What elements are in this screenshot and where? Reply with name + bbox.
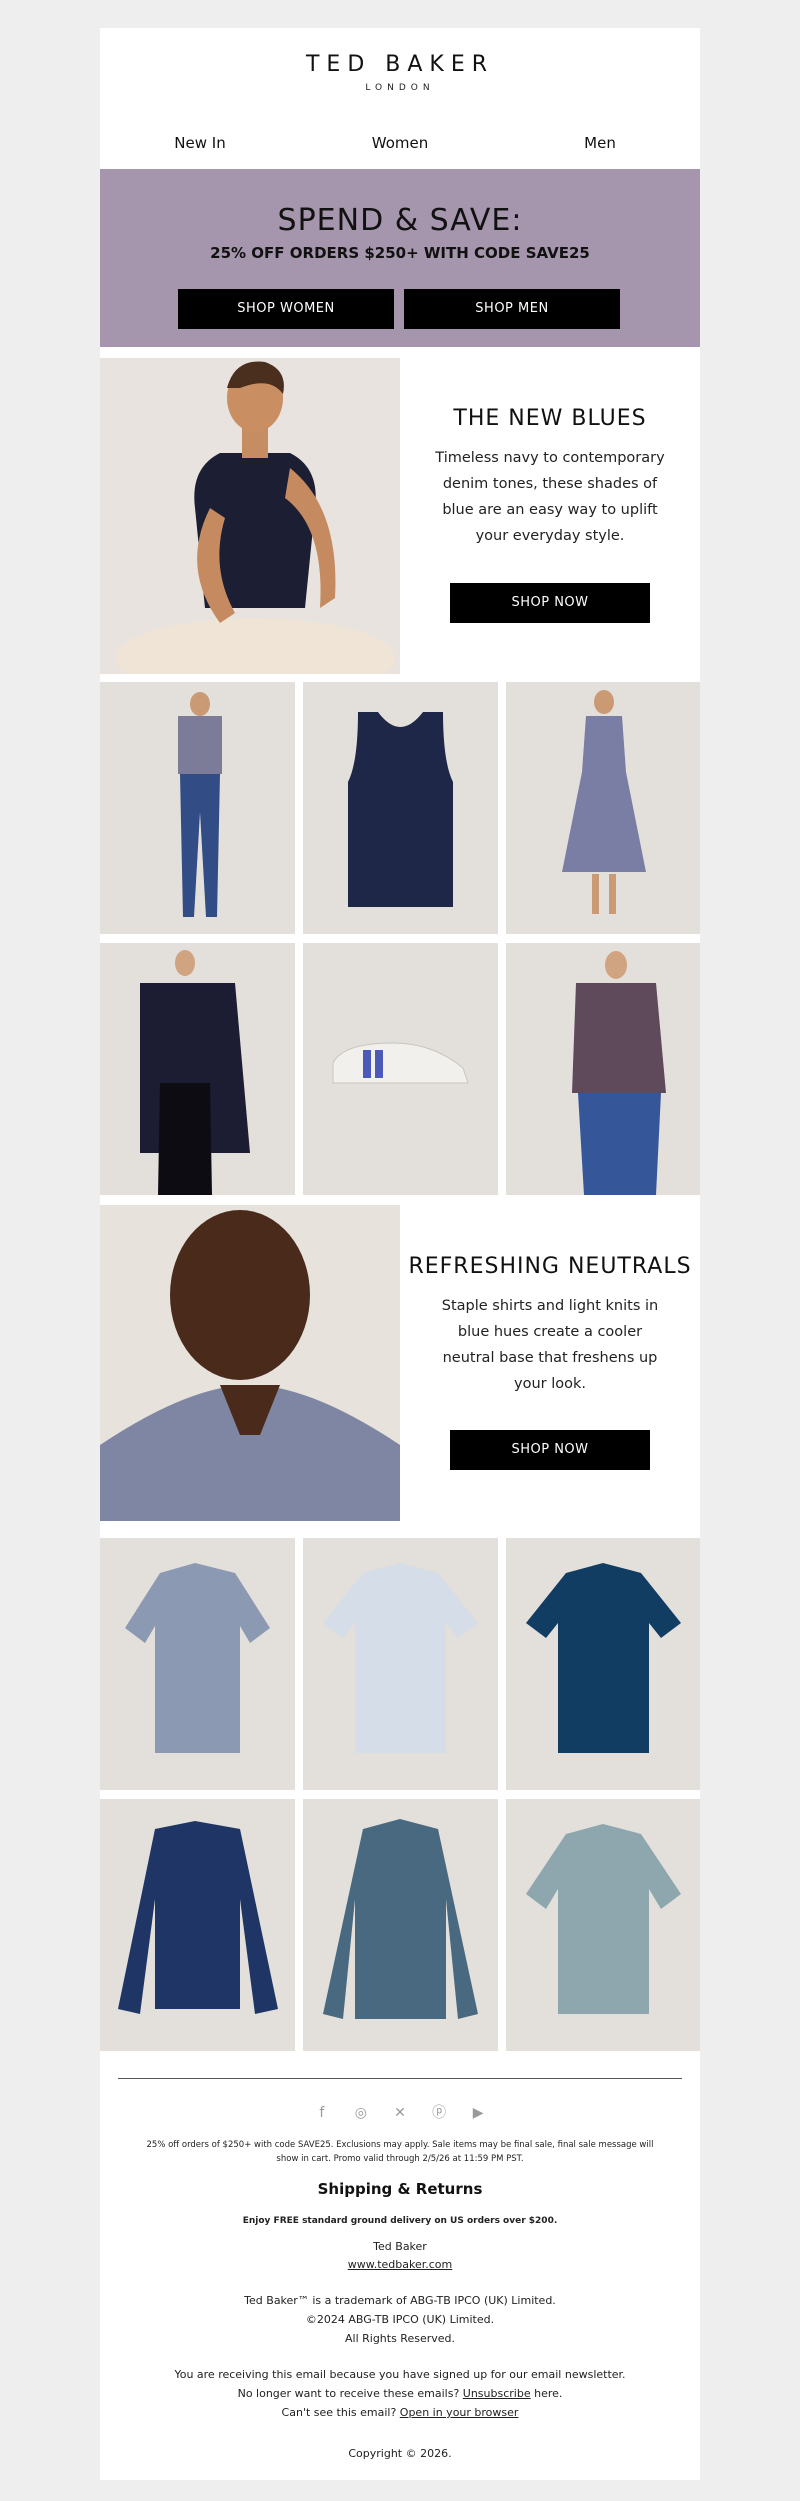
blues-description: Timeless navy to contemporary denim tone…	[435, 450, 665, 544]
product-tile-striped-shirt-jeans[interactable]	[100, 682, 295, 934]
open-in-browser-link[interactable]: Open in your browser	[400, 2406, 519, 2419]
promo-disclaimer: 25% off orders of $250+ with code SAVE25…	[146, 2140, 654, 2164]
neutrals-shop-now-button[interactable]: SHOP NOW	[450, 1430, 650, 1470]
receiving-line: You are receiving this email because you…	[174, 2368, 626, 2381]
blues-shop-now-button[interactable]: SHOP NOW	[450, 583, 650, 623]
top-nav: New In Women Men	[100, 134, 700, 164]
product-tile-blue-polo[interactable]	[100, 1538, 295, 1790]
neutrals-description: Staple shirts and light knits in blue hu…	[441, 1298, 659, 1392]
copyright-line: Copyright © 2026.	[348, 2447, 452, 2460]
product-tile-navy-tank[interactable]	[303, 682, 498, 934]
brand-name: TED BAKER	[305, 52, 495, 77]
neutrals-title: REFRESHING NEUTRALS	[408, 1254, 692, 1279]
shop-women-button[interactable]: SHOP WOMEN	[178, 289, 394, 329]
shop-men-button[interactable]: SHOP MEN	[404, 289, 620, 329]
email-container: TED BAKER LONDON New In Women Men SPEND …	[100, 28, 700, 2480]
promo-subline: 25% OFF ORDERS $250+ WITH CODE SAVE25	[210, 244, 590, 262]
product-tile-striped-dress[interactable]	[506, 682, 700, 934]
promo-headline: SPEND & SAVE:	[277, 203, 523, 238]
website-link-wrap: www.tedbaker.com	[100, 2258, 700, 2271]
nav-men[interactable]: Men	[584, 134, 616, 152]
product-tile-check-shirt[interactable]	[303, 1799, 498, 2051]
footer-divider	[118, 2078, 682, 2079]
unsubscribe-prefix: No longer want to receive these emails?	[237, 2387, 460, 2400]
view-prefix: Can't see this email?	[281, 2406, 397, 2419]
product-image	[118, 1821, 278, 2014]
shipping-text: Enjoy FREE standard ground delivery on U…	[242, 2216, 558, 2226]
nav-women[interactable]: Women	[372, 134, 428, 152]
product-image	[572, 951, 666, 1195]
product-image	[562, 690, 646, 914]
nav-new-in[interactable]: New In	[174, 134, 225, 152]
promo-banner: SPEND & SAVE: 25% OFF ORDERS $250+ WITH …	[100, 169, 700, 347]
product-tile-floral-top[interactable]	[506, 943, 700, 1195]
unsubscribe-suffix: here.	[534, 2387, 563, 2400]
view-in-browser-line: Can't see this email? Open in your brows…	[100, 2406, 700, 2419]
product-image	[526, 1563, 681, 1753]
product-tile-faux-fur-coat[interactable]	[100, 943, 295, 1195]
product-image	[178, 692, 222, 917]
trademark-line: Ted Baker™ is a trademark of ABG-TB IPCO…	[244, 2294, 556, 2307]
facebook-icon[interactable]: f	[312, 2103, 332, 2123]
brand-logo[interactable]: TED BAKER LONDON	[100, 52, 700, 93]
blues-copy: THE NEW BLUES Timeless navy to contempor…	[400, 406, 700, 549]
model-navy-tank-illustration	[100, 358, 400, 674]
product-tile-striped-sneaker[interactable]	[303, 943, 498, 1195]
x-icon[interactable]: ✕	[390, 2103, 410, 2123]
blues-hero-image[interactable]	[100, 358, 400, 674]
product-image	[323, 1819, 478, 2019]
product-tile-sage-shirt[interactable]	[506, 1799, 700, 2051]
shipping-title: Shipping & Returns	[317, 2180, 483, 2198]
instagram-icon[interactable]: ◎	[351, 2103, 371, 2123]
unsubscribe-line: No longer want to receive these emails? …	[100, 2387, 700, 2400]
product-tile-navy-knit[interactable]	[100, 1799, 295, 2051]
product-image	[348, 712, 453, 907]
product-image	[332, 1042, 469, 1084]
rights-line: All Rights Reserved.	[344, 2332, 456, 2345]
product-image	[125, 1563, 270, 1753]
company-name: Ted Baker	[373, 2240, 427, 2253]
social-links: f ◎ ✕ ⓟ ▶	[100, 2102, 700, 2123]
youtube-icon[interactable]: ▶	[468, 2103, 488, 2123]
product-image	[140, 950, 250, 1195]
website-link[interactable]: www.tedbaker.com	[348, 2258, 453, 2271]
product-tile-navy-polo[interactable]	[506, 1538, 700, 1790]
unsubscribe-link[interactable]: Unsubscribe	[463, 2387, 531, 2400]
ipco-copyright: ©2024 ABG-TB IPCO (UK) Limited.	[305, 2313, 495, 2326]
neutrals-hero-image[interactable]	[100, 1205, 400, 1521]
brand-sub: LONDON	[365, 83, 435, 93]
blues-title: THE NEW BLUES	[453, 406, 647, 431]
neutrals-copy: REFRESHING NEUTRALS Staple shirts and li…	[400, 1254, 700, 1397]
pinterest-icon[interactable]: ⓟ	[429, 2103, 449, 2123]
product-image	[323, 1563, 478, 1753]
product-image	[526, 1824, 681, 2014]
model-blue-polo-illustration	[100, 1205, 400, 1521]
product-tile-light-blue-shirt[interactable]	[303, 1538, 498, 1790]
